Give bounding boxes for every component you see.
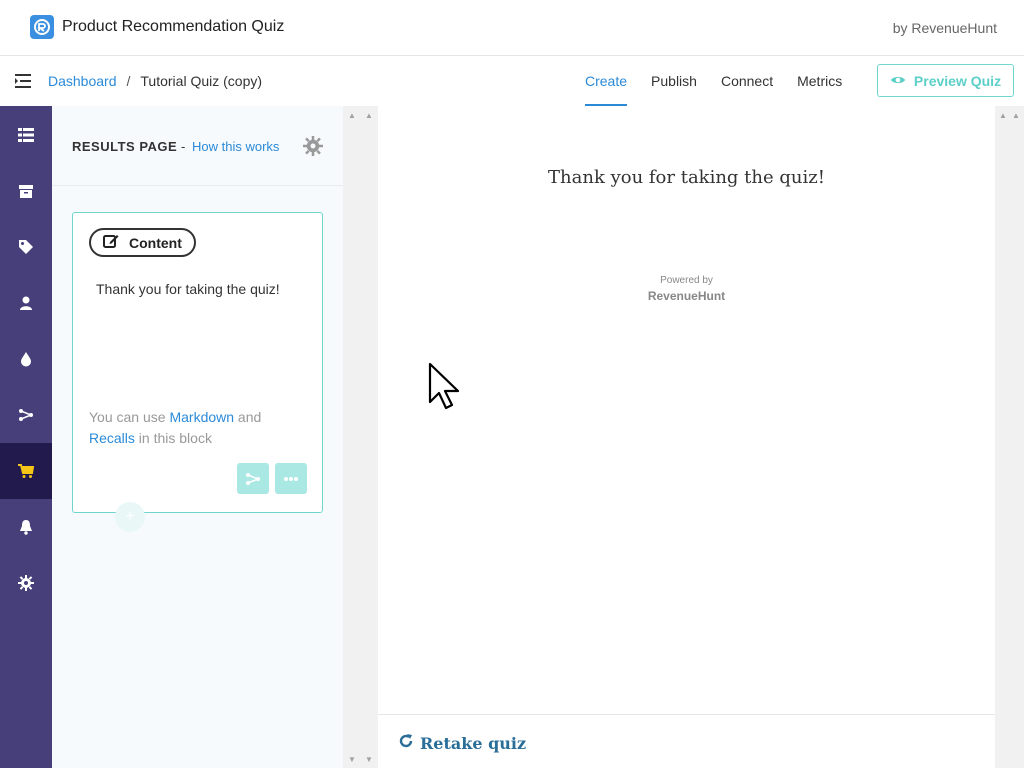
- markdown-link[interactable]: Markdown: [169, 409, 234, 425]
- scroll-down-icon[interactable]: ▼: [347, 755, 357, 765]
- preview-scrollbar[interactable]: ▲ ▲: [995, 106, 1024, 768]
- breadcrumb-dashboard-link[interactable]: Dashboard: [48, 73, 117, 89]
- sidebar-item-tags[interactable]: [0, 219, 52, 275]
- sidebar-item-products[interactable]: [0, 163, 52, 219]
- eye-icon: [890, 73, 906, 89]
- scroll-up-icon[interactable]: ▲: [364, 111, 374, 121]
- sidebar-item-questions[interactable]: [0, 107, 52, 163]
- preview-quiz-button[interactable]: Preview Quiz: [877, 64, 1014, 97]
- block-logic-button[interactable]: [237, 463, 269, 494]
- gear-icon: [18, 575, 34, 591]
- breadcrumb-current: Tutorial Quiz (copy): [140, 73, 263, 89]
- tab-metrics[interactable]: Metrics: [797, 56, 842, 106]
- user-icon: [20, 296, 32, 310]
- content-block-text[interactable]: Thank you for taking the quiz!: [96, 281, 280, 297]
- more-dots-icon: [284, 476, 298, 481]
- recalls-link[interactable]: Recalls: [89, 430, 135, 446]
- left-sidebar: [0, 106, 52, 768]
- plus-icon: +: [125, 508, 135, 525]
- retake-bar: Retake quiz: [378, 714, 995, 768]
- preview-quiz-label: Preview Quiz: [913, 72, 1002, 89]
- powered-by-text: Powered by: [660, 275, 713, 286]
- editor-toolbar: Dashboard / Tutorial Quiz (copy) Create …: [0, 56, 1024, 106]
- retake-quiz-label: Retake quiz: [420, 733, 527, 753]
- sidebar-item-design[interactable]: [0, 331, 52, 387]
- panel-title-separator: -: [181, 139, 186, 154]
- flow-icon: [246, 472, 261, 485]
- sidebar-item-users[interactable]: [0, 275, 52, 331]
- app-header: Product Recommendation Quiz by RevenueHu…: [0, 0, 1024, 56]
- panel-title: RESULTS PAGE: [72, 139, 178, 154]
- list-icon: [18, 128, 34, 142]
- app-byline: by RevenueHunt: [892, 20, 997, 36]
- panel-header: RESULTS PAGE - How this works: [52, 106, 343, 186]
- tab-connect[interactable]: Connect: [721, 56, 773, 106]
- menu-toggle-icon[interactable]: [14, 72, 32, 90]
- scroll-up-icon[interactable]: ▲: [1011, 111, 1021, 121]
- sidebar-item-results[interactable]: [0, 443, 52, 499]
- sidebar-item-settings[interactable]: [0, 555, 52, 611]
- app-title: Product Recommendation Quiz: [62, 18, 285, 35]
- edit-icon: [103, 233, 119, 252]
- refresh-icon: [398, 733, 414, 753]
- help-text-mid: and: [234, 409, 262, 425]
- flow-icon: [19, 409, 34, 421]
- content-block-card[interactable]: Content Thank you for taking the quiz! Y…: [72, 212, 323, 513]
- revenuehunt-logo-icon: [30, 15, 54, 39]
- powered-by-brand[interactable]: RevenueHunt: [378, 289, 995, 303]
- scroll-up-icon[interactable]: ▲: [998, 111, 1008, 121]
- content-block-help: You can use Markdown and Recalls in this…: [89, 407, 309, 449]
- breadcrumb: Dashboard / Tutorial Quiz (copy): [48, 73, 262, 89]
- content-block-type-pill: Content: [89, 228, 196, 257]
- add-block-button[interactable]: +: [115, 502, 145, 532]
- block-more-button[interactable]: [275, 463, 307, 494]
- scroll-up-icon[interactable]: ▲: [347, 111, 357, 121]
- results-heading: Thank you for taking the quiz!: [548, 167, 825, 188]
- drop-icon: [21, 352, 31, 367]
- panel-scrollbar[interactable]: ▲ ▲ ▼ ▼: [343, 106, 378, 768]
- content-pill-label: Content: [129, 234, 182, 251]
- help-text-post: in this block: [134, 430, 212, 446]
- breadcrumb-separator: /: [126, 73, 131, 89]
- results-editor-panel: RESULTS PAGE - How this works Content Th…: [52, 106, 343, 768]
- sidebar-item-notifications[interactable]: [0, 499, 52, 555]
- retake-quiz-button[interactable]: Retake quiz: [398, 733, 526, 753]
- editor-tabs: Create Publish Connect Metrics: [585, 56, 842, 106]
- tab-create[interactable]: Create: [585, 56, 628, 106]
- box-icon: [19, 185, 33, 198]
- cart-icon: [18, 464, 34, 478]
- sidebar-item-logic[interactable]: [0, 387, 52, 443]
- results-preview: Thank you for taking the quiz! Powered b…: [378, 106, 995, 768]
- how-this-works-link[interactable]: How this works: [192, 139, 279, 154]
- tag-icon: [19, 240, 33, 254]
- gear-icon[interactable]: [303, 136, 323, 156]
- help-text-pre: You can use: [89, 409, 170, 425]
- bell-icon: [20, 520, 32, 535]
- mouse-cursor-icon: [428, 362, 462, 412]
- tab-publish[interactable]: Publish: [651, 56, 697, 106]
- scroll-down-icon[interactable]: ▼: [364, 755, 374, 765]
